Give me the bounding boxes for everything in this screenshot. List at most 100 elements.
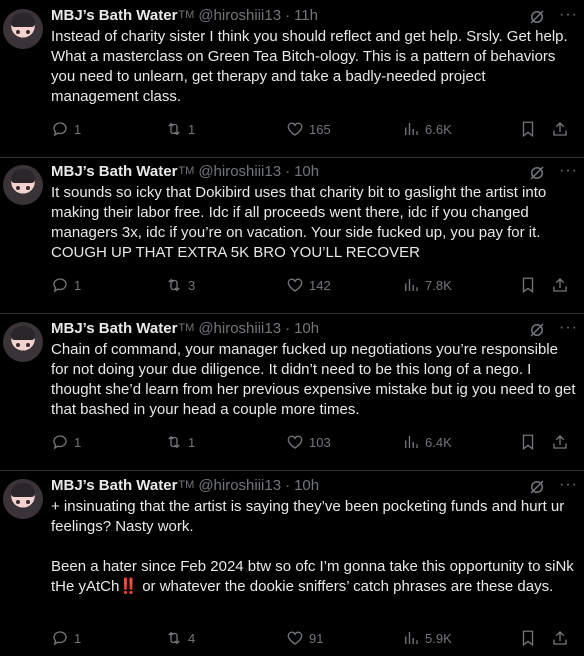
bookmark-icon (522, 434, 534, 451)
reply-icon (53, 631, 67, 646)
user-handle[interactable]: @hiroshiii13 (198, 163, 281, 180)
views-button[interactable]: 7.8K (402, 275, 452, 295)
tweet-header: MBJ’s Bath Water TM @hiroshiii13 · 10h (51, 161, 319, 181)
user-handle[interactable]: @hiroshiii13 (198, 320, 281, 337)
bookmark-icon (522, 277, 534, 294)
share-icon (553, 631, 567, 645)
repost-count: 1 (188, 121, 196, 137)
reply-icon (53, 435, 67, 450)
bookmark-button[interactable] (519, 432, 537, 452)
view-count: 6.4K (425, 434, 452, 450)
like-button[interactable]: 165 (286, 119, 331, 139)
avatar[interactable] (3, 9, 43, 49)
like-button[interactable]: 142 (286, 275, 331, 295)
reply-icon (53, 278, 67, 293)
like-button[interactable]: 103 (286, 432, 331, 452)
view-count: 5.9K (425, 630, 452, 646)
view-count: 7.8K (425, 277, 452, 293)
grok-icon[interactable] (528, 8, 546, 26)
display-name[interactable]: MBJ’s Bath Water (51, 163, 177, 180)
reply-button[interactable]: 1 (51, 432, 81, 452)
share-icon (553, 122, 567, 136)
views-icon (405, 436, 418, 448)
views-icon (405, 279, 418, 291)
grok-icon[interactable] (528, 164, 546, 182)
more-icon[interactable]: ··· (559, 477, 578, 493)
share-button[interactable] (551, 275, 569, 295)
more-icon[interactable]: ··· (559, 7, 578, 23)
share-icon (553, 435, 567, 449)
reply-button[interactable]: 1 (51, 628, 81, 648)
tweet-actions: 1 1 103 6.4K (51, 432, 584, 452)
tweet-header: MBJ’s Bath Water TM @hiroshiii13 · 11h (51, 5, 318, 25)
reply-count: 1 (74, 434, 82, 450)
repost-icon (168, 631, 180, 645)
views-button[interactable]: 6.6K (402, 119, 452, 139)
share-button[interactable] (551, 628, 569, 648)
user-handle[interactable]: @hiroshiii13 (198, 477, 281, 494)
name-suffix: TM (178, 9, 195, 21)
display-name[interactable]: MBJ’s Bath Water (51, 7, 177, 24)
view-count: 6.6K (425, 121, 452, 137)
grok-icon[interactable] (528, 478, 546, 496)
tweet-text: It sounds so icky that Dokibird uses tha… (51, 184, 551, 261)
name-suffix: TM (178, 479, 195, 491)
display-name[interactable]: MBJ’s Bath Water (51, 477, 177, 494)
name-suffix: TM (178, 322, 195, 334)
grok-icon[interactable] (528, 321, 546, 339)
like-count: 165 (309, 121, 331, 137)
name-suffix: TM (178, 165, 195, 177)
reply-button[interactable]: 1 (51, 275, 81, 295)
views-button[interactable]: 5.9K (402, 628, 452, 648)
separator: · (285, 319, 291, 337)
bookmark-icon (522, 630, 534, 647)
tweet[interactable]: MBJ’s Bath Water TM @hiroshiii13 · 10h ·… (0, 156, 584, 314)
repost-button[interactable]: 1 (165, 432, 195, 452)
tweet-text: Instead of charity sister I think you sh… (51, 28, 572, 105)
more-icon[interactable]: ··· (559, 163, 578, 179)
heart-icon (287, 122, 303, 136)
share-icon (553, 278, 567, 292)
bookmark-button[interactable] (519, 628, 537, 648)
tweet-actions: 1 1 165 6.6K (51, 119, 584, 139)
tweet[interactable]: MBJ’s Bath Water TM @hiroshiii13 · 11h ·… (0, 0, 584, 158)
tweet[interactable]: MBJ’s Bath Water TM @hiroshiii13 · 10h ·… (0, 470, 584, 656)
avatar[interactable] (3, 165, 43, 205)
reply-count: 1 (74, 277, 82, 293)
like-count: 142 (309, 277, 331, 293)
separator: · (285, 162, 291, 180)
repost-icon (168, 435, 180, 449)
timestamp[interactable]: 10h (294, 477, 319, 494)
like-button[interactable]: 91 (286, 628, 323, 648)
reply-icon (53, 122, 67, 137)
repost-count: 3 (188, 277, 196, 293)
avatar[interactable] (3, 479, 43, 519)
repost-button[interactable]: 3 (165, 275, 195, 295)
avatar[interactable] (3, 322, 43, 362)
timestamp[interactable]: 11h (294, 7, 318, 24)
tweet-header: MBJ’s Bath Water TM @hiroshiii13 · 10h (51, 318, 319, 338)
repost-button[interactable]: 1 (165, 119, 195, 139)
more-icon[interactable]: ··· (559, 320, 578, 336)
like-count: 103 (309, 434, 331, 450)
tweet-actions: 1 3 142 7.8K (51, 275, 584, 295)
tweet[interactable]: MBJ’s Bath Water TM @hiroshiii13 · 10h ·… (0, 313, 584, 471)
views-button[interactable]: 6.4K (402, 432, 452, 452)
repost-count: 4 (188, 630, 196, 646)
user-handle[interactable]: @hiroshiii13 (198, 7, 281, 24)
timestamp[interactable]: 10h (294, 320, 319, 337)
bookmark-button[interactable] (519, 119, 537, 139)
reply-count: 1 (74, 121, 82, 137)
share-button[interactable] (551, 119, 569, 139)
reply-button[interactable]: 1 (51, 119, 81, 139)
share-button[interactable] (551, 432, 569, 452)
heart-icon (287, 435, 303, 449)
heart-icon (287, 631, 303, 645)
like-count: 91 (309, 630, 324, 646)
repost-icon (168, 122, 180, 136)
repost-button[interactable]: 4 (165, 628, 195, 648)
display-name[interactable]: MBJ’s Bath Water (51, 320, 177, 337)
timestamp[interactable]: 10h (294, 163, 319, 180)
bookmark-button[interactable] (519, 275, 537, 295)
tweet-text: Chain of command, your manager fucked up… (51, 341, 580, 418)
